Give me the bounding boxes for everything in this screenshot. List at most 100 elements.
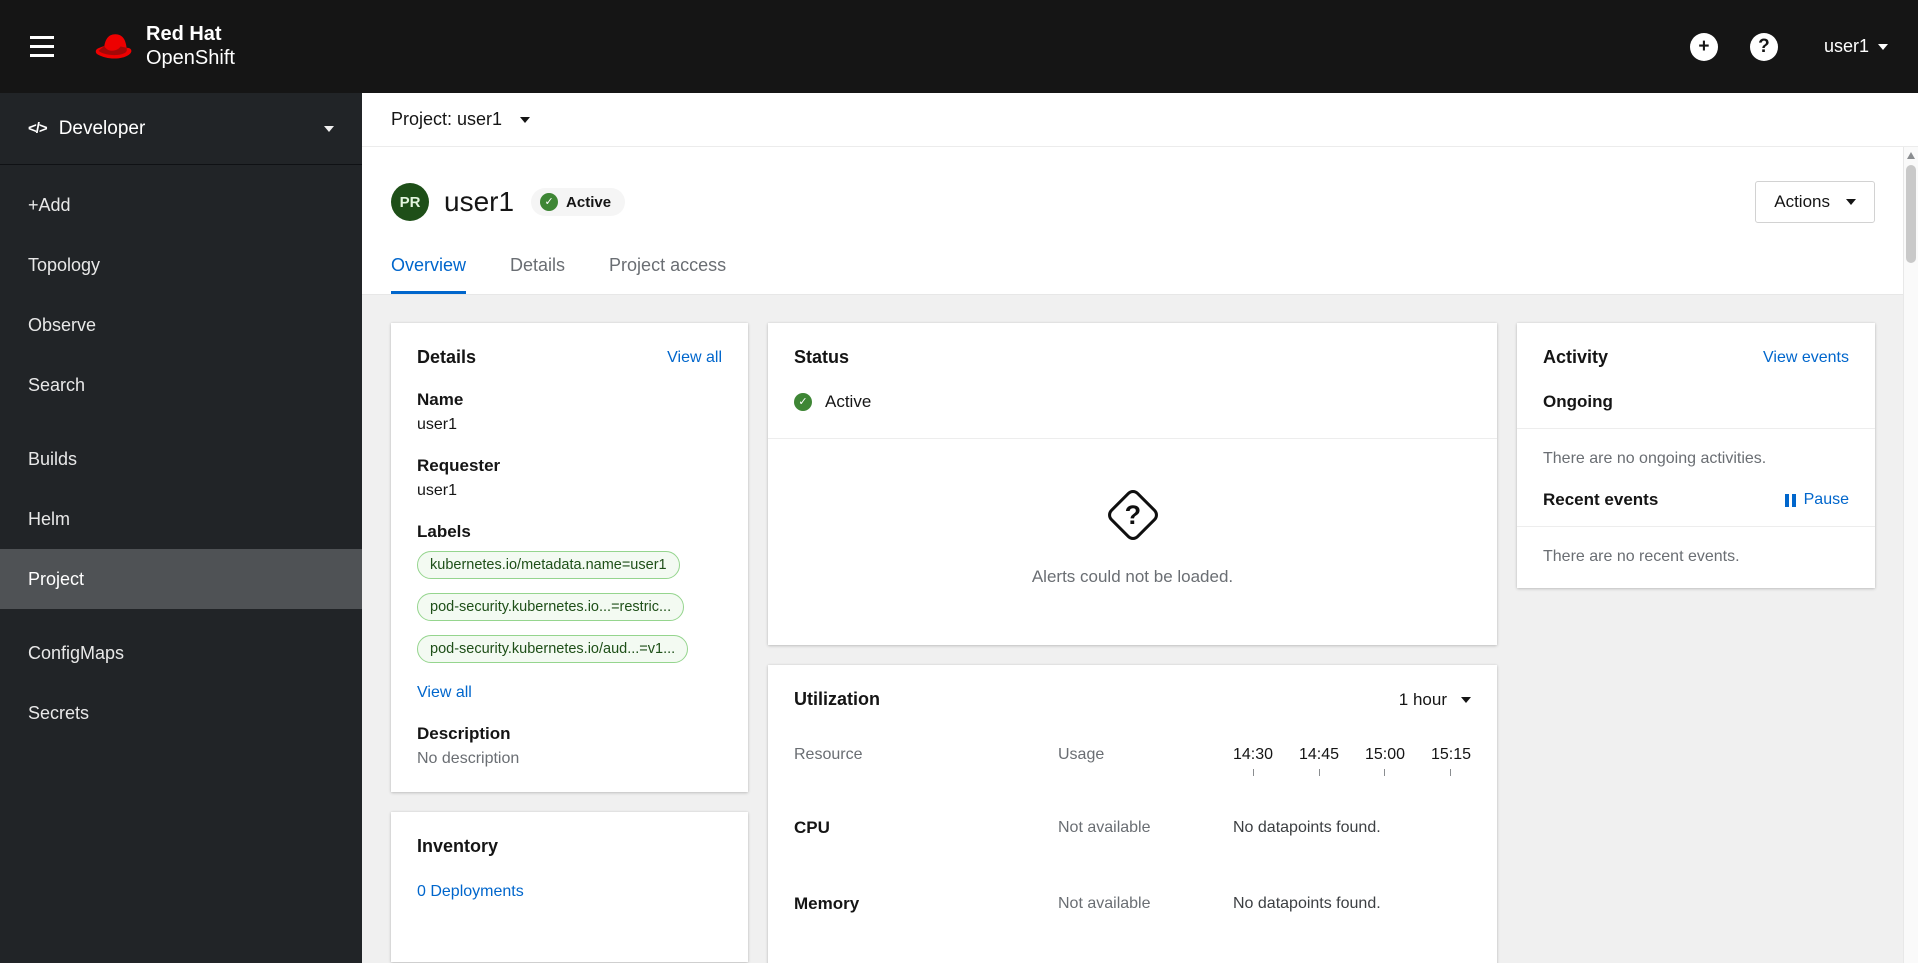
status-card-title: Status: [794, 347, 850, 367]
ongoing-label: Ongoing: [1543, 392, 1613, 411]
page-title-row: PR user1 ✓ Active Actions: [391, 177, 1875, 227]
ongoing-empty-message: There are no ongoing activities.: [1543, 450, 1767, 467]
alerts-empty-state: ? Alerts could not be loaded.: [768, 439, 1497, 645]
col-resource: Resource: [794, 746, 863, 763]
sidebar-item-project[interactable]: Project: [0, 549, 362, 609]
requester-value: user1: [417, 482, 458, 499]
hamburger-icon: [30, 36, 54, 39]
page-header: PR user1 ✓ Active Actions Overview Detai…: [362, 147, 1918, 295]
tab-project-access[interactable]: Project access: [609, 255, 726, 294]
scrollbar[interactable]: [1903, 147, 1918, 963]
utilization-card: Utilization 1 hour Resource Usage 14:30 …: [768, 665, 1497, 963]
actions-dropdown[interactable]: Actions: [1755, 181, 1875, 223]
time-tick-label: 15:00: [1364, 746, 1406, 763]
middle-column: Status ✓ Active ? Alerts could not be lo…: [768, 323, 1497, 963]
deployments-link[interactable]: 0 Deployments: [417, 883, 524, 901]
resource-datapoints: No datapoints found.: [1233, 819, 1381, 836]
duration-dropdown[interactable]: 1 hour: [1399, 690, 1471, 710]
question-diamond-icon: ?: [1104, 486, 1161, 544]
details-view-all-link[interactable]: View all: [667, 349, 722, 367]
chevron-down-icon: [1461, 696, 1471, 703]
col-usage: Usage: [1058, 746, 1105, 763]
label-pill[interactable]: kubernetes.io/metadata.name=user1: [417, 551, 680, 579]
chevron-down-icon: [520, 116, 531, 123]
scrollbar-up-button[interactable]: [1907, 152, 1915, 159]
sidebar-item-add[interactable]: +Add: [0, 175, 362, 235]
sidebar-nav: </> Developer +Add Topology Observe Sear…: [0, 93, 362, 963]
axis-tick: [1252, 769, 1254, 776]
duration-label: 1 hour: [1398, 689, 1447, 709]
sidebar-item-topology[interactable]: Topology: [0, 235, 362, 295]
main-content: Project: user1 PR user1 ✓ Active Actions…: [362, 93, 1918, 963]
status-active-row: ✓ Active: [794, 392, 1471, 412]
sidebar-item-observe[interactable]: Observe: [0, 295, 362, 355]
status-card: Status ✓ Active ? Alerts could not be lo…: [768, 323, 1497, 645]
resource-datapoints: No datapoints found.: [1233, 895, 1381, 912]
resource-usage: Not available: [1058, 895, 1151, 912]
time-tick-label: 14:45: [1298, 746, 1340, 763]
project-selector[interactable]: Project: user1: [362, 93, 1918, 147]
tab-overview[interactable]: Overview: [391, 255, 467, 294]
perspective-switcher[interactable]: </> Developer: [0, 93, 362, 165]
sidebar-item-search[interactable]: Search: [0, 355, 362, 415]
right-column: Activity View events Ongoing There are n…: [1517, 323, 1875, 588]
label-pill[interactable]: pod-security.kubernetes.io...=restric...: [417, 593, 685, 621]
name-value: user1: [417, 416, 458, 433]
chevron-down-icon: [1846, 199, 1856, 205]
utilization-row-memory: Memory Not available No datapoints found…: [794, 894, 1471, 914]
pause-icon: [1784, 493, 1796, 507]
labels-group: kubernetes.io/metadata.name=user1 pod-se…: [417, 542, 722, 668]
project-selector-label: Project: user1: [391, 109, 503, 129]
resource-name: Memory: [794, 894, 860, 913]
sidebar-item-builds[interactable]: Builds: [0, 429, 362, 489]
left-column: Details View all Name user1 Requester us…: [391, 323, 748, 962]
user-menu-label: user1: [1823, 36, 1869, 56]
brand-logo[interactable]: Red Hat OpenShift: [92, 23, 235, 70]
utilization-header-row: Resource Usage 14:30 14:45 15:00 15:15: [794, 746, 1471, 776]
code-icon: </>: [28, 120, 48, 137]
sidebar-item-configmaps[interactable]: ConfigMaps: [0, 623, 362, 683]
masthead: Red Hat OpenShift + ? user1: [0, 0, 1918, 93]
perspective-label: Developer: [58, 117, 146, 139]
quick-create-button[interactable]: +: [1689, 32, 1718, 61]
description-label: Description: [417, 724, 511, 743]
chevron-down-icon: [1878, 43, 1888, 50]
description-value: No description: [417, 750, 520, 767]
activity-card-title: Activity: [1543, 347, 1609, 367]
user-menu[interactable]: user1: [1824, 36, 1888, 57]
menu-toggle-button[interactable]: [20, 24, 66, 70]
time-axis: 14:30 14:45 15:00 15:15: [1233, 746, 1471, 776]
overview-dashboard: Details View all Name user1 Requester us…: [362, 295, 1918, 963]
pause-button[interactable]: Pause: [1784, 491, 1849, 509]
help-button[interactable]: ?: [1749, 32, 1778, 61]
time-tick-label: 14:30: [1233, 746, 1274, 763]
utilization-card-title: Utilization: [794, 689, 880, 709]
sidebar-nav-list: +Add Topology Observe Search Builds Helm…: [0, 165, 362, 743]
brand-line-1: Red Hat: [146, 22, 222, 45]
sidebar-item-secrets[interactable]: Secrets: [0, 683, 362, 743]
scrollbar-thumb[interactable]: [1906, 165, 1916, 263]
utilization-row-cpu: CPU Not available No datapoints found.: [794, 818, 1471, 838]
labels-view-all-link[interactable]: View all: [417, 684, 472, 702]
status-active-label: Active: [825, 392, 872, 411]
alerts-message: Alerts could not be loaded.: [1031, 567, 1234, 586]
sidebar-item-helm[interactable]: Helm: [0, 489, 362, 549]
chevron-down-icon: [324, 125, 334, 132]
labels-label: Labels: [417, 522, 471, 541]
masthead-toolbar: + ? user1: [1689, 32, 1888, 61]
name-label: Name: [417, 390, 464, 409]
view-events-link[interactable]: View events: [1763, 349, 1849, 367]
axis-tick: [1318, 769, 1320, 776]
inventory-card-title: Inventory: [417, 836, 499, 856]
axis-tick: [1450, 769, 1452, 776]
status-badge-label: Active: [566, 193, 612, 211]
status-badge: ✓ Active: [531, 188, 626, 216]
tab-details[interactable]: Details: [510, 255, 565, 294]
project-initials-badge: PR: [391, 183, 429, 221]
requester-label: Requester: [417, 456, 501, 475]
page-title: user1: [444, 186, 515, 217]
axis-tick: [1384, 769, 1386, 776]
check-circle-icon: ✓: [794, 393, 812, 411]
label-pill[interactable]: pod-security.kubernetes.io/aud...=v1...: [417, 635, 689, 663]
resource-usage: Not available: [1058, 819, 1151, 836]
